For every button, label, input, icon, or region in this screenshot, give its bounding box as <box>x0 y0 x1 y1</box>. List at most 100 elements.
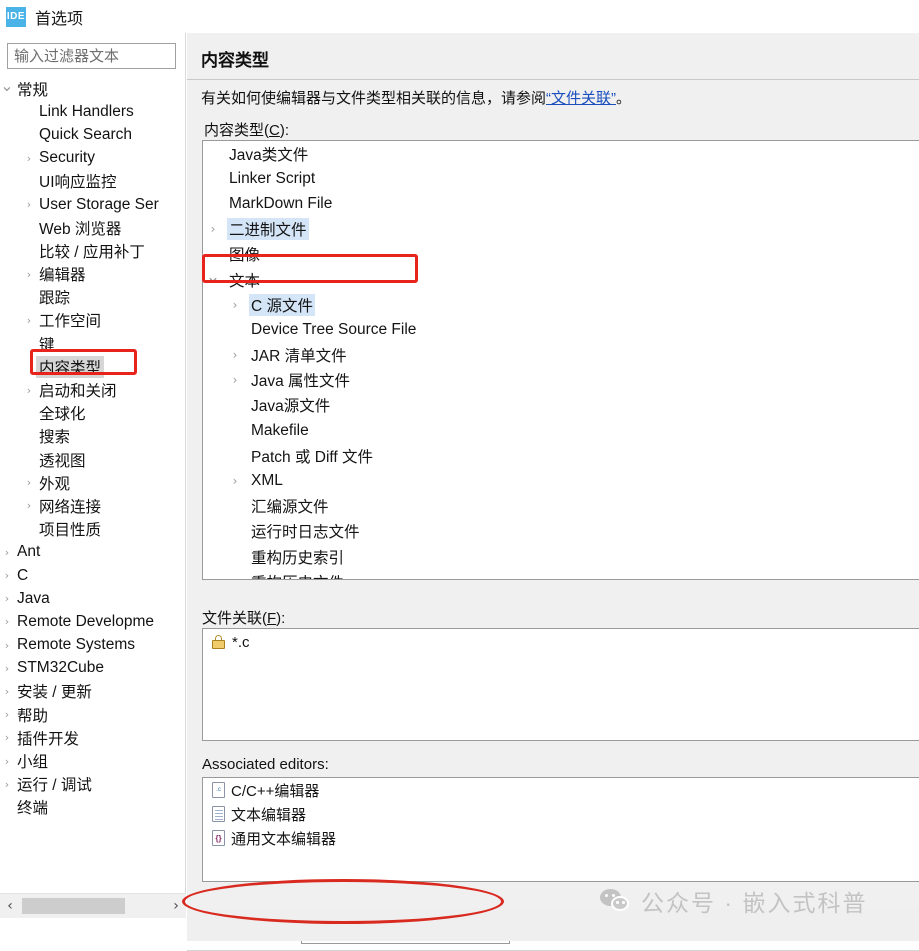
sidebar-item-23[interactable]: ›Remote Developme <box>0 610 186 633</box>
associated-editors-label: Associated editors: <box>202 756 329 773</box>
scroll-right-arrow-icon[interactable]: › <box>166 894 186 919</box>
content-type-row-14[interactable]: 汇编源文件 <box>203 494 919 519</box>
content-type-row-17[interactable]: 重构历史文件 <box>203 569 919 580</box>
sidebar-item-26[interactable]: ›安装 / 更新 <box>0 680 186 703</box>
content-type-row-15[interactable]: 运行时日志文件 <box>203 519 919 544</box>
sidebar-item-13[interactable]: ›启动和关闭 <box>0 378 186 401</box>
file-association-link[interactable]: “文件关联” <box>546 90 616 107</box>
chevron-right-icon[interactable]: › <box>227 299 243 311</box>
chevron-right-icon[interactable]: › <box>0 756 14 767</box>
chevron-right-icon[interactable]: › <box>0 779 14 790</box>
sidebar-item-6[interactable]: Web 浏览器 <box>0 216 186 239</box>
content-type-row-12[interactable]: Patch 或 Diff 文件 <box>203 443 919 468</box>
sidebar-item-label: 键 <box>36 333 58 355</box>
chevron-right-icon[interactable]: › <box>22 153 36 164</box>
content-type-row-3[interactable]: ›二进制文件 <box>203 217 919 242</box>
sidebar-item-21[interactable]: ›C <box>0 564 186 587</box>
file-associations-list[interactable]: *.c <box>202 628 919 741</box>
chevron-right-icon[interactable]: › <box>0 663 14 674</box>
content-type-row-16[interactable]: 重构历史索引 <box>203 544 919 569</box>
sidebar-horizontal-scrollbar[interactable]: ‹ › <box>0 893 186 918</box>
sidebar-item-2[interactable]: Quick Search <box>0 123 186 146</box>
content-type-row-2[interactable]: MarkDown File <box>203 191 919 216</box>
content-type-row-4[interactable]: 图像 <box>203 242 919 267</box>
associated-editor-row[interactable]: {}通用文本编辑器 <box>203 826 919 850</box>
sidebar-item-9[interactable]: 跟踪 <box>0 286 186 309</box>
content-types-tree[interactable]: Java类文件Linker Script MarkDown File ›二进制文件图… <box>202 140 919 580</box>
chevron-right-icon[interactable]: › <box>0 616 14 627</box>
sidebar-item-24[interactable]: ›Remote Systems <box>0 634 186 657</box>
content-type-row-10[interactable]: Java源文件 <box>203 393 919 418</box>
scrollbar-thumb[interactable] <box>22 898 125 914</box>
chevron-right-icon[interactable]: › <box>22 477 36 488</box>
sidebar-item-label: 运行 / 调试 <box>14 773 95 795</box>
sidebar-item-15[interactable]: 搜索 <box>0 425 186 448</box>
sidebar-item-31[interactable]: 终端 <box>0 796 186 819</box>
associated-editors-list[interactable]: .cC/C++编辑器文本编辑器{}通用文本编辑器 <box>202 777 919 882</box>
content-type-row-1[interactable]: Linker Script <box>203 166 919 191</box>
chevron-right-icon[interactable]: › <box>0 570 14 581</box>
sidebar-item-8[interactable]: ›编辑器 <box>0 263 186 286</box>
sidebar-item-12[interactable]: 内容类型 <box>0 355 186 378</box>
sidebar-item-3[interactable]: ›Security <box>0 147 186 170</box>
sidebar-item-5[interactable]: ›User Storage Ser <box>0 193 186 216</box>
sidebar-item-29[interactable]: ›小组 <box>0 749 186 772</box>
scroll-left-arrow-icon[interactable]: ‹ <box>0 894 20 919</box>
content-type-row-9[interactable]: ›Java 属性文件 <box>203 368 919 393</box>
chevron-right-icon[interactable]: › <box>22 385 36 396</box>
chevron-right-icon[interactable]: › <box>205 223 221 235</box>
content-type-row-11[interactable]: Makefile <box>203 418 919 443</box>
chevron-right-icon[interactable]: › <box>0 686 14 697</box>
file-association-row[interactable]: *.c <box>203 629 919 655</box>
chevron-down-icon[interactable]: ⌄ <box>205 269 221 286</box>
sidebar-item-30[interactable]: ›运行 / 调试 <box>0 773 186 796</box>
content-type-row-6[interactable]: ›C 源文件 <box>203 292 919 317</box>
associated-editor-row[interactable]: 文本编辑器 <box>203 802 919 826</box>
associated-editor-row[interactable]: .cC/C++编辑器 <box>203 778 919 802</box>
chevron-right-icon[interactable]: › <box>227 374 243 386</box>
content-type-row-7[interactable]: Device Tree Source File <box>203 317 919 342</box>
content-type-label: MarkDown File <box>227 195 334 213</box>
sidebar-item-20[interactable]: ›Ant <box>0 541 186 564</box>
sidebar-item-22[interactable]: ›Java <box>0 587 186 610</box>
sidebar-item-label: 透视图 <box>36 449 89 471</box>
sidebar-item-10[interactable]: ›工作空间 <box>0 309 186 332</box>
chevron-right-icon[interactable]: › <box>0 732 14 743</box>
content-type-row-13[interactable]: ›XML <box>203 468 919 493</box>
content-type-row-0[interactable]: Java类文件 <box>203 141 919 166</box>
sidebar-item-7[interactable]: 比较 / 应用补丁 <box>0 239 186 262</box>
sidebar-item-16[interactable]: 透视图 <box>0 448 186 471</box>
window-titlebar: IDE 首选项 <box>0 0 919 33</box>
sidebar-item-11[interactable]: 键 <box>0 332 186 355</box>
chevron-down-icon[interactable]: ⌄ <box>0 78 14 94</box>
chevron-right-icon[interactable]: › <box>227 475 243 487</box>
filter-input[interactable] <box>7 43 176 69</box>
content-type-row-8[interactable]: ›JAR 清单文件 <box>203 343 919 368</box>
sidebar-item-label: 项目性质 <box>36 518 104 540</box>
chevron-right-icon[interactable]: › <box>0 640 14 651</box>
preferences-sidebar: ⌄常规Link HandlersQuick Search›SecurityUI响… <box>0 33 186 908</box>
chevron-right-icon[interactable]: › <box>22 269 36 280</box>
chevron-right-icon[interactable]: › <box>0 593 14 604</box>
sidebar-item-27[interactable]: ›帮助 <box>0 703 186 726</box>
sidebar-item-1[interactable]: Link Handlers <box>0 100 186 123</box>
chevron-right-icon[interactable]: › <box>22 315 36 326</box>
sidebar-item-4[interactable]: UI响应监控 <box>0 170 186 193</box>
chevron-right-icon[interactable]: › <box>0 547 14 558</box>
chevron-right-icon[interactable]: › <box>22 199 36 210</box>
sidebar-item-18[interactable]: ›网络连接 <box>0 494 186 517</box>
content-type-row-5[interactable]: ⌄文本 <box>203 267 919 292</box>
sidebar-item-17[interactable]: ›外观 <box>0 471 186 494</box>
sidebar-item-0[interactable]: ⌄常规 <box>0 77 186 100</box>
sidebar-tree[interactable]: ⌄常规Link HandlersQuick Search›SecurityUI响… <box>0 77 186 897</box>
sidebar-item-28[interactable]: ›插件开发 <box>0 726 186 749</box>
sidebar-item-label: Web 浏览器 <box>36 217 124 239</box>
chevron-right-icon[interactable]: › <box>0 709 14 720</box>
sidebar-item-label: 安装 / 更新 <box>14 680 95 702</box>
sidebar-item-14[interactable]: 全球化 <box>0 402 186 425</box>
sidebar-item-label: STM32Cube <box>14 659 107 677</box>
chevron-right-icon[interactable]: › <box>227 349 243 361</box>
chevron-right-icon[interactable]: › <box>22 500 36 511</box>
sidebar-item-25[interactable]: ›STM32Cube <box>0 657 186 680</box>
sidebar-item-19[interactable]: 项目性质 <box>0 518 186 541</box>
